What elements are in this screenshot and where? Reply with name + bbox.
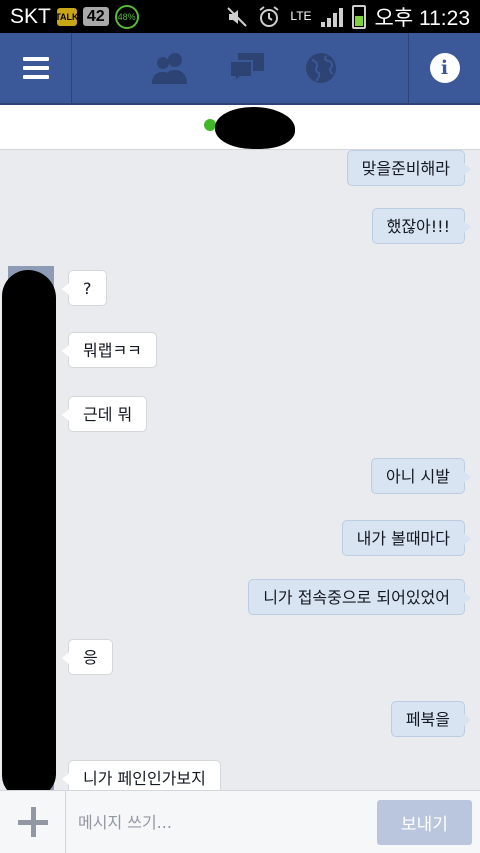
mute-icon — [227, 6, 248, 27]
globe-icon[interactable] — [304, 51, 338, 85]
conversation-header — [0, 105, 480, 150]
battery-ring-icon: 48% — [114, 4, 139, 29]
message-bubble: 내가 볼때마다 — [341, 520, 472, 556]
message-bubble: 페북을 — [390, 701, 472, 737]
messages-icon[interactable] — [228, 51, 266, 85]
clock: 오후 11:23 — [374, 6, 470, 30]
message-bubble: 맞을준비해라 — [346, 150, 472, 186]
info-button[interactable]: i — [408, 33, 480, 103]
signal-icon — [320, 7, 343, 27]
message-bubble: 했잖아!!! — [371, 208, 472, 244]
info-icon: i — [429, 53, 460, 83]
message-bubble: 근데 뭐 — [61, 396, 148, 432]
notification-count: 42 — [82, 7, 109, 26]
redacted-name-mark — [215, 107, 295, 149]
message-composer: 보내기 — [0, 790, 480, 853]
top-nav: i — [0, 33, 480, 105]
talk-icon: TALK — [55, 7, 79, 26]
status-bar: SKT TALK 42 48% LTE 오후 11:23 — [0, 0, 480, 33]
message-bubble: 뭐랩ㅋㅋ — [62, 332, 157, 368]
message-bubble: 니가 접속중으로 되어있었어 — [248, 579, 471, 615]
send-button[interactable]: 보내기 — [377, 800, 472, 845]
message-bubble: 아니 시발 — [371, 458, 471, 494]
message-list[interactable]: 맞을준비해라 했잖아!!! ? 뭐랩ㅋㅋ 근데 뭐 아니 시발 내가 볼때마다 … — [0, 150, 480, 790]
plus-icon — [17, 807, 48, 837]
carrier-label: SKT — [10, 4, 51, 28]
message-input[interactable] — [78, 805, 358, 839]
battery-icon — [351, 4, 366, 29]
network-type: LTE — [290, 9, 312, 23]
friends-icon[interactable] — [150, 51, 190, 85]
message-bubble: 니가 페인인가보지 — [62, 760, 221, 790]
hamburger-icon — [22, 52, 49, 84]
redaction-scribble — [2, 270, 56, 798]
menu-button[interactable] — [0, 33, 72, 103]
alarm-icon — [259, 5, 280, 27]
attach-button[interactable] — [0, 791, 66, 853]
message-bubble: ? — [62, 270, 107, 306]
message-bubble: 응 — [62, 639, 113, 675]
